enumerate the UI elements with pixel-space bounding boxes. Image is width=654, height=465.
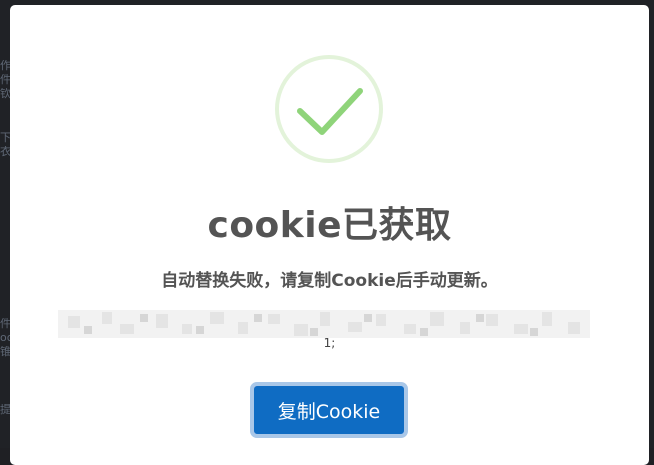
- background-text-line: 提: [0, 404, 10, 416]
- cookie-value-tail: 1;: [323, 336, 336, 350]
- background-text-line: 衣: [0, 146, 10, 158]
- background-text-line: 作: [0, 60, 10, 72]
- background-text-line: oo: [0, 332, 10, 344]
- background-text-line: 锥: [0, 346, 10, 358]
- checkmark-success-icon: [274, 54, 384, 164]
- cookie-result-dialog: cookie已获取 自动替换失败，请复制Cookie后手动更新。 1; 复制Co…: [10, 5, 649, 465]
- background-text-line: 件: [0, 318, 10, 330]
- background-text-line: 件: [0, 74, 10, 86]
- copy-cookie-button-label: 复制Cookie: [254, 386, 404, 434]
- background-text-line: 钦: [0, 88, 10, 100]
- background-text-line: 下: [0, 132, 10, 144]
- dialog-title: cookie已获取: [207, 205, 452, 246]
- copy-cookie-button[interactable]: 复制Cookie: [250, 382, 408, 438]
- dialog-message: 自动替换失败，请复制Cookie后手动更新。: [161, 271, 498, 291]
